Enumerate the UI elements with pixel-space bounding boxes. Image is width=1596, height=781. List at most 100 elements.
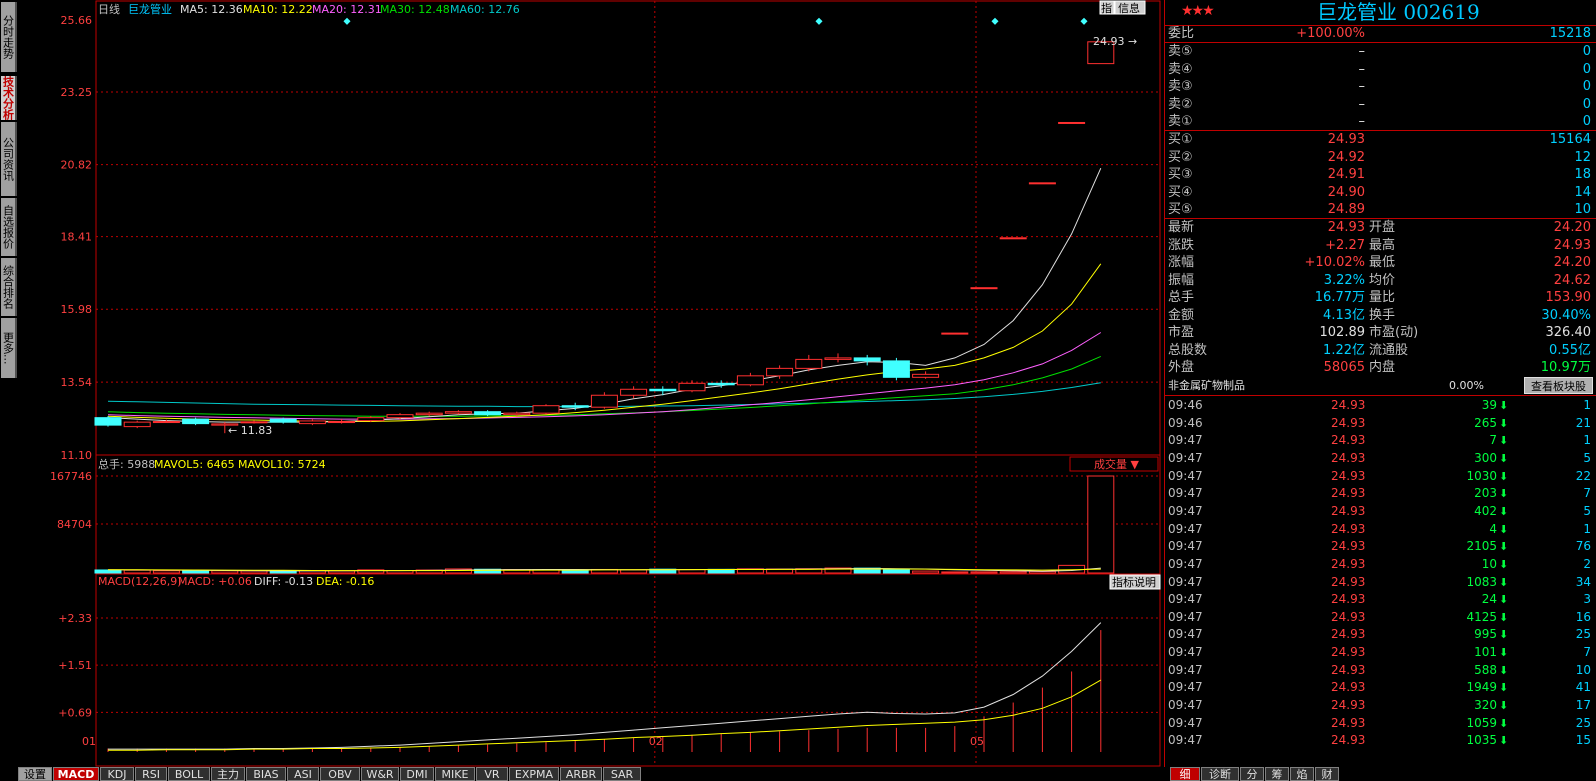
indicator-tab-sar[interactable]: SAR [603, 767, 641, 781]
down-arrow-icon: ⬇ [1499, 557, 1509, 571]
candle [94, 417, 122, 426]
indicator-tab-rsi[interactable]: RSI [135, 767, 167, 781]
price-axis-label: 13.54 [61, 376, 93, 389]
indicator-button-label[interactable]: 指 [1101, 1, 1112, 15]
indicator-tab-boll[interactable]: BOLL [168, 767, 210, 781]
side-tab-bar: 分时走势技术分析公司资讯自选报价综合排名更多... [0, 0, 18, 767]
stat-row: 外盘 58065 内盘 10.97万 [1168, 360, 1591, 375]
macd-diff: DIFF: -0.13 [254, 575, 313, 588]
down-arrow-icon: ⬇ [1499, 451, 1509, 465]
tick-row: 09:47 24.93 588 ⬇ 10 [1165, 662, 1596, 680]
quote-tab-1[interactable]: 诊断 [1201, 767, 1239, 781]
down-arrow-icon: ⬇ [1499, 504, 1509, 518]
candle [474, 411, 502, 416]
indicator-tab-dmi[interactable]: DMI [400, 767, 434, 781]
view-sector-button[interactable]: 查看板块股 [1524, 377, 1593, 394]
candle [795, 358, 823, 369]
chart-frame [95, 0, 1161, 767]
quote-tab-0[interactable]: 细 [1170, 767, 1200, 781]
price-axis-label: 20.82 [61, 159, 93, 172]
tick-row: 09:47 24.93 101 ⬇ 7 [1165, 644, 1596, 662]
down-arrow-icon: ⬇ [1499, 716, 1509, 730]
down-arrow-icon: ⬇ [1499, 734, 1509, 748]
quote-tab-3[interactable]: 筹 [1265, 767, 1289, 781]
candle [328, 421, 356, 424]
tick-row: 09:47 24.93 2105 ⬇ 76 [1165, 538, 1596, 556]
candle [386, 414, 414, 419]
candle [590, 394, 618, 408]
indicator-tab-expma[interactable]: EXPMA [509, 767, 559, 781]
side-tab-0[interactable]: 分时走势 [1, 2, 17, 72]
candle [1058, 121, 1086, 124]
indicator-tab-bias[interactable]: BIAS [246, 767, 286, 781]
indicator-tab-vr[interactable]: VR [476, 767, 508, 781]
tick-row: 09:47 24.93 320 ⬇ 17 [1165, 697, 1596, 715]
chart-header-period: 日线 [98, 2, 120, 16]
tick-row: 09:47 24.93 24 ⬇ 3 [1165, 591, 1596, 609]
candle [999, 237, 1027, 240]
price-axis-label: 18.41 [61, 231, 93, 244]
indicator-tab-macd[interactable]: MACD [53, 767, 99, 781]
side-tab-5[interactable]: 更多... [1, 318, 17, 378]
low-price-label: ← 11.83 [228, 424, 272, 437]
chart-area[interactable]: 25.66 23.25 20.82 18.41 15.98 13.54 11.10 16774… [18, 0, 1164, 767]
tick-row: 09:47 24.93 203 ⬇ 7 [1165, 485, 1596, 503]
candle [357, 417, 385, 422]
price-axis-label: 25.66 [61, 14, 93, 27]
indicator-tab-xx[interactable]: 主力 [211, 767, 245, 781]
down-arrow-icon: ⬇ [1499, 522, 1509, 536]
chart-header-ma30: MA30: 12.48 [380, 3, 450, 16]
info-button-label[interactable]: 信息 [1118, 1, 1140, 15]
volume-bar [970, 571, 998, 574]
down-arrow-icon: ⬇ [1499, 540, 1509, 554]
quote-tab-4[interactable]: 焰 [1290, 767, 1314, 781]
tick-row: 09:47 24.93 1030 ⬇ 22 [1165, 468, 1596, 486]
tick-row: 09:47 24.93 1035 ⬇ 15 [1165, 732, 1596, 750]
indicator-tab-kdj[interactable]: KDJ [100, 767, 134, 781]
volume-bar [999, 571, 1027, 574]
industry-row: 非金属矿物制品 0.00% 查看板块股 [1165, 377, 1596, 394]
candle [736, 375, 764, 386]
industry-name: 非金属矿物制品 [1168, 379, 1245, 392]
info-marker-icon[interactable] [343, 17, 351, 25]
indicator-tab-obv[interactable]: OBV [320, 767, 360, 781]
app-window: 分时走势 技术分析 公司资讯 自选报价 综合排名 更多... 25.66 23.25 20.8… [0, 0, 1596, 781]
tick-row: 09:47 24.93 402 ⬇ 5 [1165, 503, 1596, 521]
side-tab-2[interactable]: 公司资讯 [1, 122, 17, 196]
chart-header-ma20: MA20: 12.31 [312, 3, 382, 16]
quote-tab-2[interactable]: 分 [1240, 767, 1264, 781]
macd-axis-label: +1.51 [58, 659, 92, 672]
buy-level-3: 买③ 24.91 18 [1168, 167, 1591, 182]
indicator-tab-mike[interactable]: MIKE [435, 767, 475, 781]
info-marker-icon[interactable] [815, 17, 823, 25]
stat-row: 最新 24.93 开盘 24.20 [1168, 220, 1591, 235]
indicator-tab-arbr[interactable]: ARBR [560, 767, 602, 781]
macd-name: MACD(12,26,9) [98, 575, 182, 588]
candle [620, 388, 648, 396]
quote-header: ★★★ 巨龙管业 002619 [1165, 0, 1596, 25]
tick-row: 09:47 24.93 7 ⬇ 1 [1165, 432, 1596, 450]
down-arrow-icon: ⬇ [1499, 663, 1509, 677]
tick-row: 09:47 24.93 1083 ⬇ 34 [1165, 574, 1596, 592]
candle [941, 332, 969, 335]
macd-axis-label: +2.33 [58, 612, 92, 625]
side-tab-3[interactable]: 自选报价 [1, 198, 17, 256]
indicator-tab-xx[interactable]: 设置 [18, 767, 52, 781]
volume-selector-label[interactable]: 成交量 ▼ [1094, 457, 1139, 471]
date-axis-label: 05 [970, 735, 984, 748]
indicator-tab-asi[interactable]: ASI [287, 767, 319, 781]
high-price-label: 24.93 → [1093, 35, 1137, 48]
info-marker-icon[interactable] [991, 17, 999, 25]
side-tab-4[interactable]: 综合排名 [1, 258, 17, 316]
side-tab-1[interactable]: 技术分析 [1, 76, 17, 120]
sell-level-4: 卖④ –0 [1168, 61, 1591, 77]
volume-bar [123, 569, 151, 574]
indicator-help-label[interactable]: 指标说明 [1112, 575, 1156, 589]
indicator-tab-wxr[interactable]: W&R [361, 767, 399, 781]
tick-row: 09:46 24.93 39 ⬇ 1 [1165, 397, 1596, 415]
stat-row: 市盈 102.89 市盈(动) 326.40 [1168, 325, 1591, 340]
candle [123, 421, 151, 428]
quote-tab-5[interactable]: 财 [1315, 767, 1339, 781]
info-marker-icon[interactable] [1080, 17, 1088, 25]
chart-header-ma10: MA10: 12.22 [243, 3, 313, 16]
